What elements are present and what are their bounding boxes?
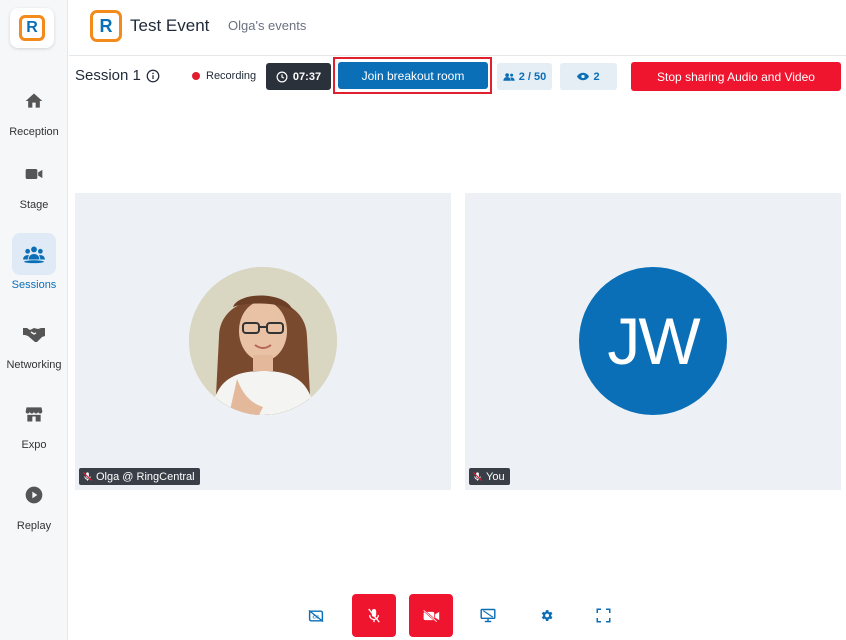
event-title: Test Event [130,16,210,35]
sidebar-item-stage[interactable]: Stage [0,153,68,211]
recording-dot-icon [192,72,200,80]
captions-toggle-button[interactable]: CC [294,594,338,637]
timer-value: 07:37 [292,70,322,83]
sidebar-item-reception[interactable]: Reception [0,80,68,138]
logo-mark: R [19,15,45,41]
play-circle-icon [12,474,56,516]
svg-text:CC: CC [313,614,320,620]
video-tile-you[interactable]: JW You [465,193,841,490]
microphone-toggle-button[interactable] [352,594,396,637]
recording-label: Recording [206,70,257,82]
attendees-count: 2 / 50 [518,70,547,83]
people-group-icon [12,233,56,275]
participant-name: Olga @ RingCentral [96,470,195,483]
attendees-count-badge[interactable]: 2 / 50 [497,63,552,90]
sidebar-item-sessions[interactable]: Sessions [0,233,68,291]
event-logo: R [90,10,122,42]
video-tile-olga[interactable]: Olga @ RingCentral [75,193,451,490]
join-breakout-room-button[interactable]: Join breakout room [338,62,488,89]
logo-letter: R [26,19,38,36]
info-icon[interactable] [146,69,160,83]
fullscreen-button[interactable] [581,594,625,637]
participant-photo [189,267,337,415]
sidebar-item-label: Sessions [11,279,57,291]
sidebar-item-label: Networking [6,359,62,371]
recording-indicator: Recording [192,70,256,82]
video-camera-icon [12,153,56,195]
sidebar: R Reception Stage Sessions Networking Ex… [0,0,68,640]
fullscreen-icon [596,608,610,623]
microphone-muted-icon [82,471,93,482]
sidebar-item-label: Stage [19,199,49,211]
sidebar-item-replay[interactable]: Replay [0,474,68,532]
storefront-icon [12,393,56,435]
share-screen-button[interactable] [466,594,510,637]
sidebar-item-label: Reception [9,126,59,138]
gear-icon [541,610,552,621]
participant-name-tag: Olga @ RingCentral [79,468,200,485]
app-logo[interactable]: R [10,8,54,48]
handshake-icon [12,313,56,355]
event-logo-letter: R [99,16,113,36]
participant-avatar: JW [579,267,727,415]
settings-button[interactable] [524,594,568,637]
eye-icon [577,72,590,81]
top-header: R Test Event Olga's events [69,0,846,56]
camera-toggle-button[interactable] [409,594,453,637]
event-owner-link[interactable]: Olga's events [228,18,306,33]
camera-off-icon [422,609,440,622]
sidebar-item-networking[interactable]: Networking [0,313,68,371]
participant-name: You [486,470,505,483]
screen-share-icon [480,608,496,623]
session-title: Session 1 [75,67,141,84]
sidebar-item-label: Replay [16,520,52,532]
microphone-off-icon [368,608,380,623]
stop-sharing-button[interactable]: Stop sharing Audio and Video [631,62,841,91]
sidebar-item-label: Expo [21,439,47,451]
participant-name-tag: You [469,468,510,485]
app-window: R Reception Stage Sessions Networking Ex… [0,0,846,640]
sidebar-item-expo[interactable]: Expo [0,393,68,451]
viewers-count-badge[interactable]: 2 [560,63,617,90]
home-icon [12,80,56,122]
people-icon [503,72,515,81]
captions-off-icon: CC [308,609,324,622]
clock-icon [276,71,288,82]
microphone-muted-icon [472,471,483,482]
session-timer: 07:37 [266,63,331,90]
viewers-count: 2 [593,70,600,83]
